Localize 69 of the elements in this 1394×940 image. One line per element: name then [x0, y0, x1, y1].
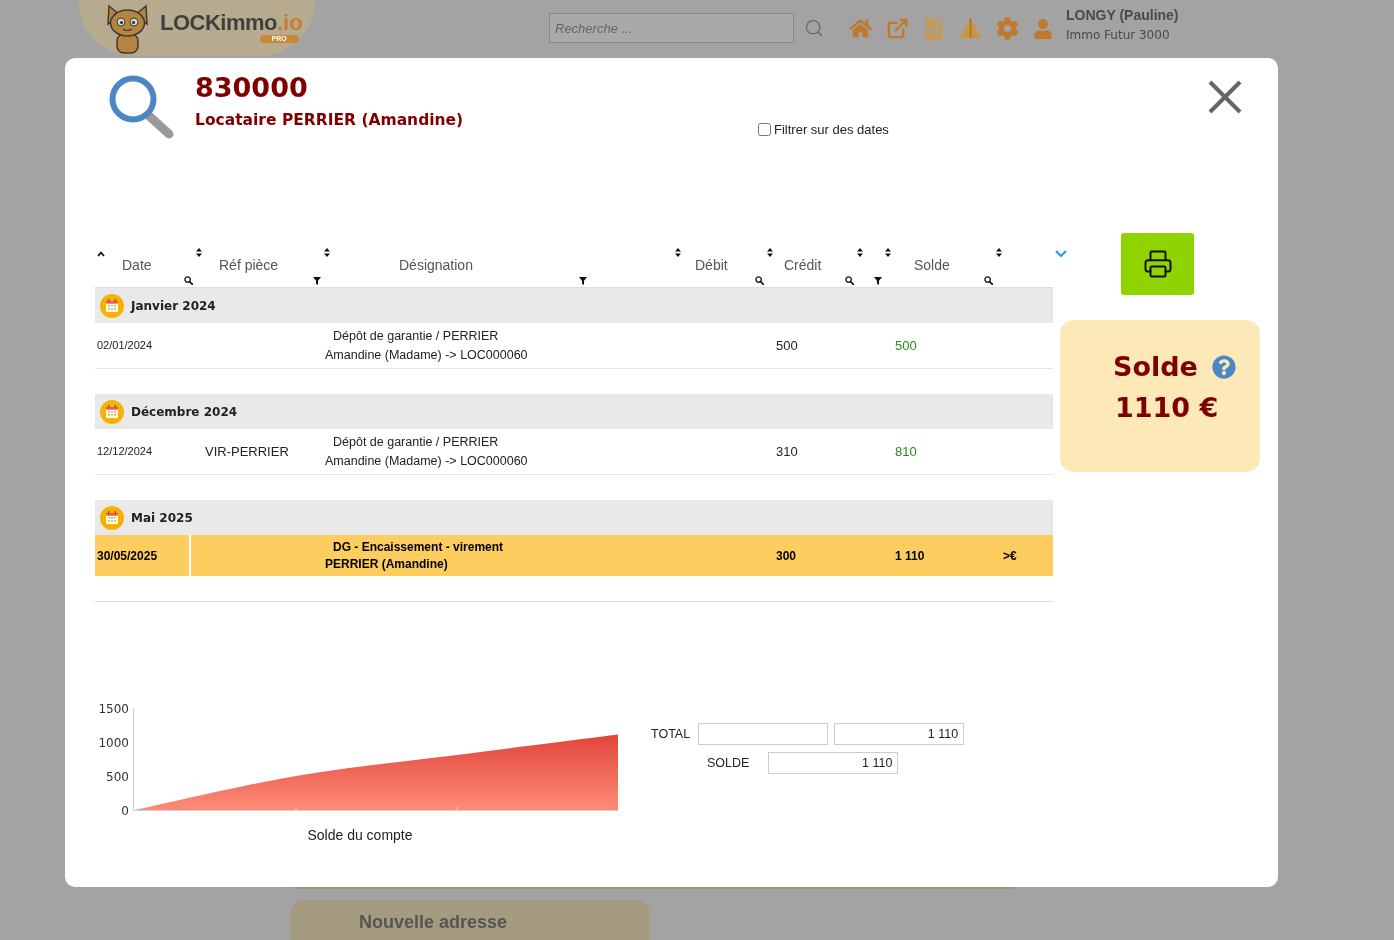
chart-caption: Solde du compte — [307, 827, 413, 844]
logo-wordmark: LOCKimmo — [160, 10, 277, 36]
date-filter-label: Filtrer sur des dates — [774, 122, 889, 137]
y-tick-label: 0 — [121, 803, 129, 816]
calendar-icon — [100, 293, 124, 318]
logo-domain: .io — [277, 10, 303, 36]
y-tick-label: 1500 — [98, 701, 129, 716]
table-row[interactable]: 30/05/2025 DG - Encaissement - virement PERRIER (Amandine) 300 1 110 >€ — [95, 535, 1053, 576]
balance-amount: 1110 € — [1114, 392, 1220, 424]
entry-balance: 1 110 — [895, 547, 925, 565]
filter-icon[interactable] — [874, 276, 882, 285]
column-header: Solde — [914, 257, 950, 274]
balance-label: Solde — [1113, 351, 1198, 383]
user-agency: Immo Futur 3000 — [1066, 28, 1171, 43]
y-tick-label: 1000 — [98, 735, 129, 750]
sort-icon[interactable] — [324, 248, 330, 257]
chevron-down-icon[interactable] — [1055, 250, 1067, 258]
dialog-title: 830000 — [195, 72, 309, 104]
filter-icon[interactable] — [579, 276, 587, 285]
calendar-icon — [100, 505, 124, 530]
sort-icon[interactable] — [885, 248, 891, 257]
close-icon — [1208, 80, 1242, 114]
entry-designation: Dépôt de garantie / PERRIER Amandine (Madame) -> LOC000060 — [325, 327, 529, 364]
entry-amount: 500 — [776, 336, 798, 355]
close-button[interactable] — [1208, 80, 1242, 114]
user-name: LONGY (Pauline) — [1066, 6, 1179, 24]
column-header: Crédit — [784, 257, 822, 274]
sort-icon[interactable] — [857, 248, 863, 257]
sort-icon[interactable] — [675, 248, 681, 257]
total-label: TOTAL — [651, 725, 691, 743]
entry-date: 02/01/2024 — [97, 338, 153, 354]
group-label: Janvier 2024 — [131, 297, 216, 315]
dialog-subtitle: Locataire PERRIER (Amandine) — [195, 110, 465, 130]
column-header: Débit — [695, 257, 728, 274]
calendar-icon — [100, 399, 124, 424]
sort-icon[interactable] — [996, 248, 1002, 257]
sort-icon[interactable] — [767, 248, 773, 257]
total-field: 1 110 — [834, 723, 965, 745]
group-label: Mai 2025 — [131, 509, 193, 527]
address-card-title: Nouvelle adresse — [359, 912, 508, 932]
search-icon[interactable] — [845, 276, 854, 285]
y-tick-label: 500 — [106, 769, 129, 784]
search-icon — [108, 75, 175, 140]
filter-icon[interactable] — [313, 276, 321, 285]
column-header: Désignation — [399, 257, 473, 274]
help-icon[interactable] — [1211, 355, 1236, 379]
entry-reference: VIR-PERRIER — [205, 442, 289, 461]
column-header: Réf pièce — [219, 257, 279, 274]
balance-label: SOLDE — [707, 754, 750, 772]
sort-icon[interactable] — [196, 248, 202, 257]
print-button[interactable] — [1121, 233, 1194, 295]
entry-date: 12/12/2024 — [97, 444, 153, 460]
entry-designation: Dépôt de garantie / PERRIER Amandine (Madame) -> LOC000060 — [325, 433, 529, 470]
group-label: Décembre 2024 — [131, 403, 238, 421]
entry-balance: 500 — [895, 336, 917, 355]
search-icon[interactable] — [755, 276, 764, 285]
search-icon[interactable] — [984, 276, 993, 285]
search-field[interactable]: Recherche ... — [549, 13, 794, 43]
balance-field: 1 110 — [768, 752, 899, 774]
entry-amount: 310 — [776, 442, 798, 461]
column-header: Date — [122, 257, 152, 274]
entry-balance: 810 — [895, 442, 917, 461]
date-filter-checkbox[interactable] — [758, 123, 771, 136]
entry-marker: >€ — [1003, 547, 1017, 565]
entry-designation: DG - Encaissement - virement PERRIER (Amandine) — [325, 538, 505, 573]
printer-icon — [1142, 249, 1173, 279]
entry-date: 30/05/2025 — [97, 547, 158, 565]
search-icon[interactable] — [184, 276, 193, 285]
entry-amount: 300 — [776, 547, 797, 565]
